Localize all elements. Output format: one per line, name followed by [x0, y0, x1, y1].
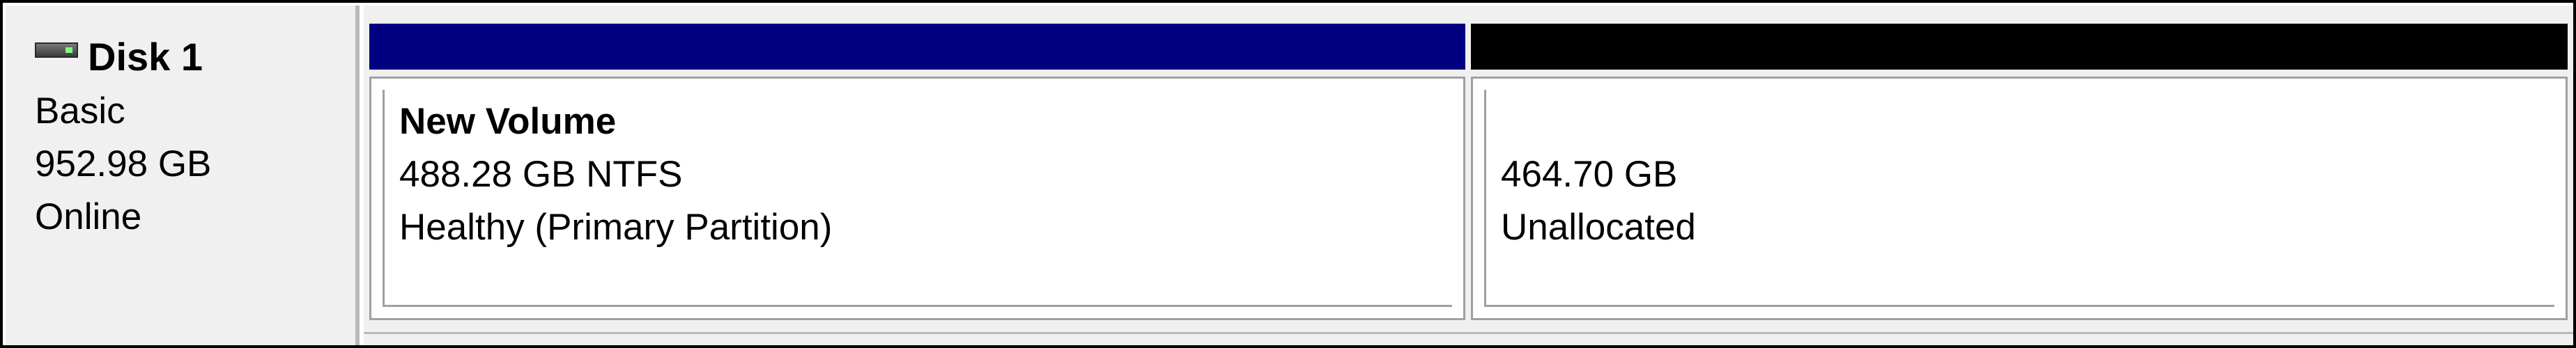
disk-name: Disk 1	[88, 34, 203, 79]
partition-header-bar	[1471, 24, 2568, 70]
partition-body[interactable]: 464.70 GB Unallocated	[1471, 77, 2568, 320]
partition-unallocated[interactable]: 464.70 GB Unallocated	[1471, 6, 2568, 334]
disk-type: Basic	[35, 90, 125, 132]
disk-drive-icon	[35, 42, 78, 58]
partition-area: New Volume 488.28 GB NTFS Healthy (Prima…	[364, 6, 2573, 345]
disk-management-row: Disk 1 Basic 952.98 GB Online New Volume…	[0, 0, 2576, 348]
volume-size-filesystem: 488.28 GB NTFS	[399, 154, 683, 195]
disk-status: Online	[35, 196, 142, 237]
volume-status: Healthy (Primary Partition)	[399, 207, 833, 248]
volume-name: New Volume	[399, 101, 617, 142]
disk-info-panel[interactable]: Disk 1 Basic 952.98 GB Online	[6, 6, 360, 345]
partition-header-bar	[369, 24, 1465, 70]
bottom-divider	[364, 332, 2573, 345]
partition-body[interactable]: New Volume 488.28 GB NTFS Healthy (Prima…	[369, 77, 1465, 320]
volume-name	[1490, 95, 2566, 148]
unallocated-status: Unallocated	[1501, 207, 1696, 248]
disk-size: 952.98 GB	[35, 143, 212, 184]
unallocated-size: 464.70 GB	[1501, 154, 1678, 195]
partition-new-volume[interactable]: New Volume 488.28 GB NTFS Healthy (Prima…	[369, 6, 1465, 334]
disk-title: Disk 1	[35, 32, 355, 81]
